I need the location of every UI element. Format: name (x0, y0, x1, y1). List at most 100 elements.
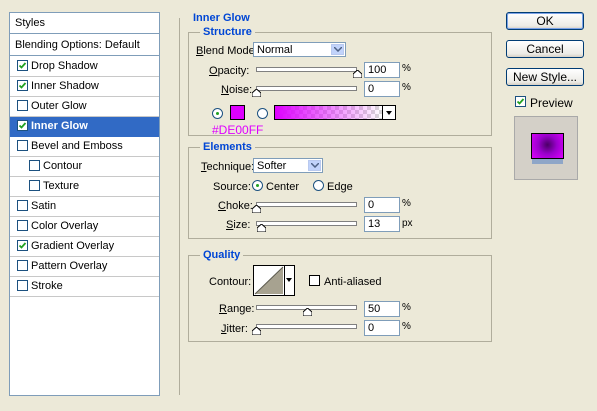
elements-title: Elements (200, 141, 255, 153)
preview-checkbox[interactable] (515, 96, 526, 107)
source-center-radio[interactable] (252, 180, 263, 191)
style-item-label: Gradient Overlay (31, 240, 115, 252)
style-item-pattern-overlay[interactable]: Pattern Overlay (10, 257, 159, 277)
style-item-contour[interactable]: Contour (10, 157, 159, 177)
opacity-label-text: pacity: (217, 65, 250, 77)
noise-input[interactable]: 0 (364, 81, 400, 97)
color-hex-annotation: #DE00FF (212, 123, 264, 137)
style-item-label: Outer Glow (31, 100, 87, 112)
noise-label-text: oise: (228, 84, 253, 96)
gradient-preview[interactable] (274, 105, 383, 120)
jitter-value: 0 (368, 322, 375, 334)
radio-selected-dot (216, 112, 219, 115)
style-item-bevel-and-emboss[interactable]: Bevel and Emboss (10, 137, 159, 157)
range-input[interactable]: 50 (364, 301, 400, 317)
style-item-checkbox[interactable] (17, 120, 28, 131)
choke-slider[interactable] (256, 202, 357, 207)
size-label: Size: (226, 219, 250, 231)
contour-picker-button[interactable] (285, 265, 295, 296)
checkmark-icon (18, 62, 27, 69)
style-item-checkbox[interactable] (17, 280, 28, 291)
anti-aliased-label: Anti-aliased (324, 276, 382, 288)
style-item-checkbox[interactable] (29, 180, 40, 191)
opacity-input[interactable]: 100 (364, 62, 400, 78)
choke-slider-thumb[interactable] (252, 205, 261, 213)
contour-label: Contour: (209, 276, 252, 288)
style-item-inner-shadow[interactable]: Inner Shadow (10, 77, 159, 97)
jitter-input[interactable]: 0 (364, 320, 400, 336)
noise-slider-thumb[interactable] (252, 89, 261, 97)
blend-mode-label-text: lend Mode: (203, 45, 258, 57)
jitter-label-text: itter: (226, 323, 248, 335)
range-value: 50 (368, 303, 381, 315)
range-label-mnemonic: R (219, 303, 227, 315)
source-edge-radio[interactable] (313, 180, 324, 191)
blending-options-item[interactable]: Blending Options: Default (10, 36, 159, 56)
choke-value: 0 (368, 199, 375, 211)
triangle-down-icon (386, 111, 392, 115)
quality-title: Quality (200, 249, 244, 261)
anti-aliased-checkbox[interactable] (309, 275, 320, 286)
opacity-slider-thumb[interactable] (353, 70, 362, 78)
solid-color-radio[interactable] (212, 108, 223, 119)
style-item-inner-glow[interactable]: Inner Glow (10, 117, 159, 137)
range-label: Range: (219, 303, 254, 315)
blend-mode-select[interactable]: Normal (253, 42, 346, 57)
range-slider-thumb[interactable] (303, 308, 312, 316)
contour-preview[interactable] (253, 265, 285, 296)
opacity-unit: % (402, 63, 411, 74)
style-item-texture[interactable]: Texture (10, 177, 159, 197)
technique-select[interactable]: Softer (253, 158, 323, 173)
style-item-label: Drop Shadow (31, 60, 98, 72)
new-style-button[interactable]: New Style... (506, 68, 584, 86)
style-item-gradient-overlay[interactable]: Gradient Overlay (10, 237, 159, 257)
style-item-checkbox[interactable] (17, 140, 28, 151)
style-preview-box (514, 116, 578, 180)
size-input[interactable]: 13 (364, 216, 400, 232)
cancel-button[interactable]: Cancel (506, 40, 584, 58)
style-item-label: Inner Shadow (31, 80, 99, 92)
style-item-checkbox[interactable] (17, 200, 28, 211)
noise-slider[interactable] (256, 86, 357, 91)
jitter-unit: % (402, 321, 411, 332)
choke-label-text: hoke: (225, 200, 253, 212)
style-item-checkbox[interactable] (17, 80, 28, 91)
jitter-slider[interactable] (256, 324, 357, 329)
opacity-label: Opacity: (209, 65, 249, 77)
technique-label: Technique: (201, 161, 254, 173)
radio-selected-dot (256, 184, 259, 187)
style-item-checkbox[interactable] (17, 260, 28, 271)
style-item-color-overlay[interactable]: Color Overlay (10, 217, 159, 237)
glow-color-swatch[interactable] (230, 105, 245, 120)
source-center-label: Center (266, 181, 300, 193)
style-item-stroke[interactable]: Stroke (10, 277, 159, 297)
ok-button[interactable]: OK (506, 12, 584, 30)
style-item-drop-shadow[interactable]: Drop Shadow (10, 57, 159, 77)
size-slider-thumb[interactable] (257, 224, 266, 232)
preview-shadow (532, 159, 563, 164)
jitter-slider-thumb[interactable] (252, 327, 261, 335)
gradient-radio[interactable] (257, 108, 268, 119)
chevron-down-icon[interactable] (308, 160, 321, 171)
style-item-label: Bevel and Emboss (31, 140, 123, 152)
style-item-checkbox[interactable] (17, 60, 28, 71)
gradient-picker-button[interactable] (383, 105, 396, 120)
chevron-down-icon[interactable] (331, 44, 344, 55)
source-edge-label: Edge (327, 181, 353, 193)
choke-label: Choke: (218, 200, 253, 212)
contour-curve-icon (254, 266, 284, 295)
choke-input[interactable]: 0 (364, 197, 400, 213)
style-item-checkbox[interactable] (17, 100, 28, 111)
size-value: 13 (368, 218, 381, 230)
technique-label-text: echnique: (206, 161, 255, 173)
blending-options-label: Blending Options: Default (15, 39, 140, 51)
source-label: Source: (213, 181, 251, 193)
size-slider[interactable] (256, 221, 357, 226)
style-item-outer-glow[interactable]: Outer Glow (10, 97, 159, 117)
style-item-checkbox[interactable] (29, 160, 40, 171)
opacity-slider[interactable] (256, 67, 357, 72)
styles-header-label: Styles (15, 17, 45, 29)
style-item-satin[interactable]: Satin (10, 197, 159, 217)
style-item-checkbox[interactable] (17, 240, 28, 251)
style-item-checkbox[interactable] (17, 220, 28, 231)
